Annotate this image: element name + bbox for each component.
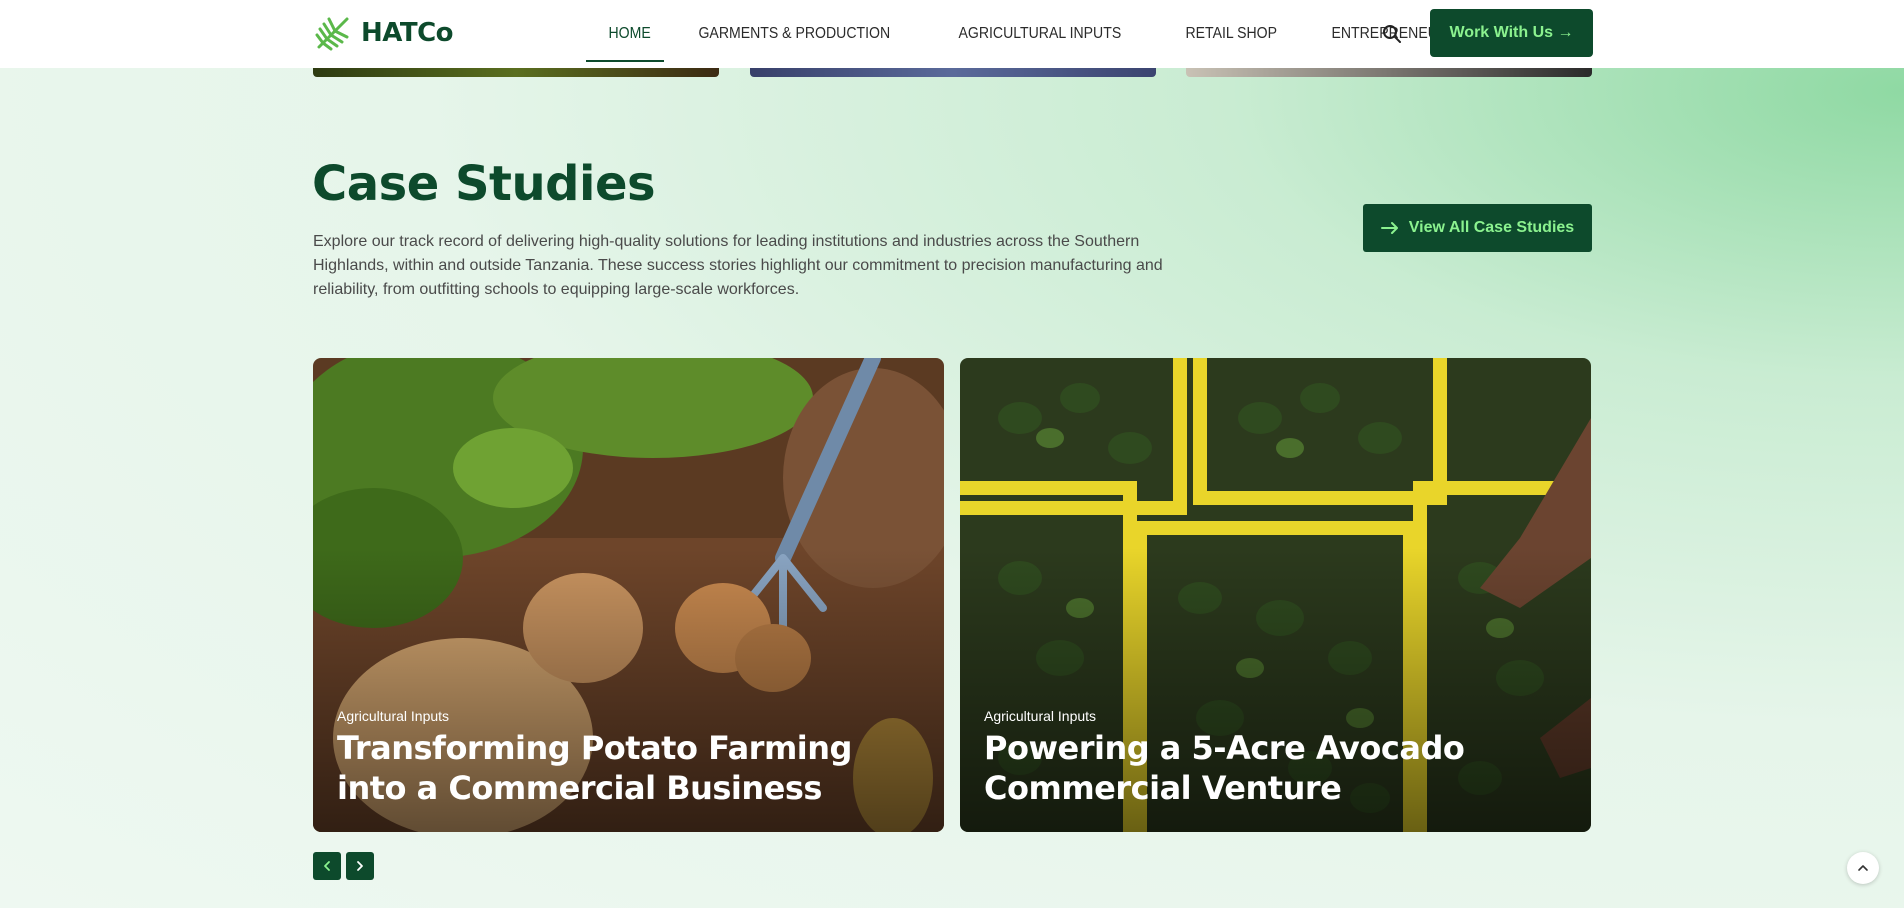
- arrow-right-icon: [1380, 222, 1398, 234]
- active-nav-indicator: [586, 60, 664, 62]
- section-title: Case Studies: [312, 156, 656, 212]
- chevron-right-icon: [357, 861, 363, 871]
- search-button[interactable]: [1380, 22, 1404, 46]
- previous-section-image: [1186, 68, 1592, 77]
- chevron-up-icon: [1858, 865, 1868, 871]
- leaf-logo-icon: [315, 17, 349, 51]
- section-description: Explore our track record of delivering h…: [313, 233, 1163, 298]
- site-header: HATCo HOME GARMENTS & PRODUCTION AGRICUL…: [0, 0, 1904, 68]
- card-title[interactable]: Transforming Potato Farming into a Comme…: [337, 728, 917, 808]
- chevron-left-icon: [324, 861, 330, 871]
- nav-item-garments[interactable]: GARMENTS & PRODUCTION: [680, 0, 909, 68]
- view-all-label: View All Case Studies: [1408, 219, 1575, 236]
- card-category: Agricultural Inputs: [984, 708, 1097, 724]
- previous-section-image: [313, 68, 719, 77]
- previous-section-image: [750, 68, 1156, 77]
- view-all-case-studies-button[interactable]: View All Case Studies: [1363, 204, 1592, 252]
- work-with-us-button[interactable]: Work With Us →: [1430, 9, 1593, 57]
- card-category: Agricultural Inputs: [337, 708, 450, 724]
- case-study-card[interactable]: Agricultural Inputs Powering a 5-Acre Av…: [960, 358, 1591, 832]
- card-title[interactable]: Powering a 5-Acre Avocado Commercial Ven…: [984, 728, 1564, 808]
- nav-item-retail-shop[interactable]: RETAIL SHOP: [1167, 0, 1296, 68]
- logo[interactable]: HATCo: [313, 12, 454, 54]
- logo-text: HATCo: [361, 18, 454, 48]
- nav-item-home[interactable]: HOME: [590, 0, 669, 68]
- nav-item-agricultural-inputs[interactable]: AGRICULTURAL INPUTS: [940, 0, 1140, 68]
- slider-prev-button[interactable]: [313, 852, 341, 880]
- case-study-card[interactable]: Agricultural Inputs Transforming Potato …: [313, 358, 944, 832]
- slider-next-button[interactable]: [346, 852, 374, 880]
- scroll-to-top-button[interactable]: [1847, 852, 1879, 884]
- search-icon: [1383, 25, 1401, 43]
